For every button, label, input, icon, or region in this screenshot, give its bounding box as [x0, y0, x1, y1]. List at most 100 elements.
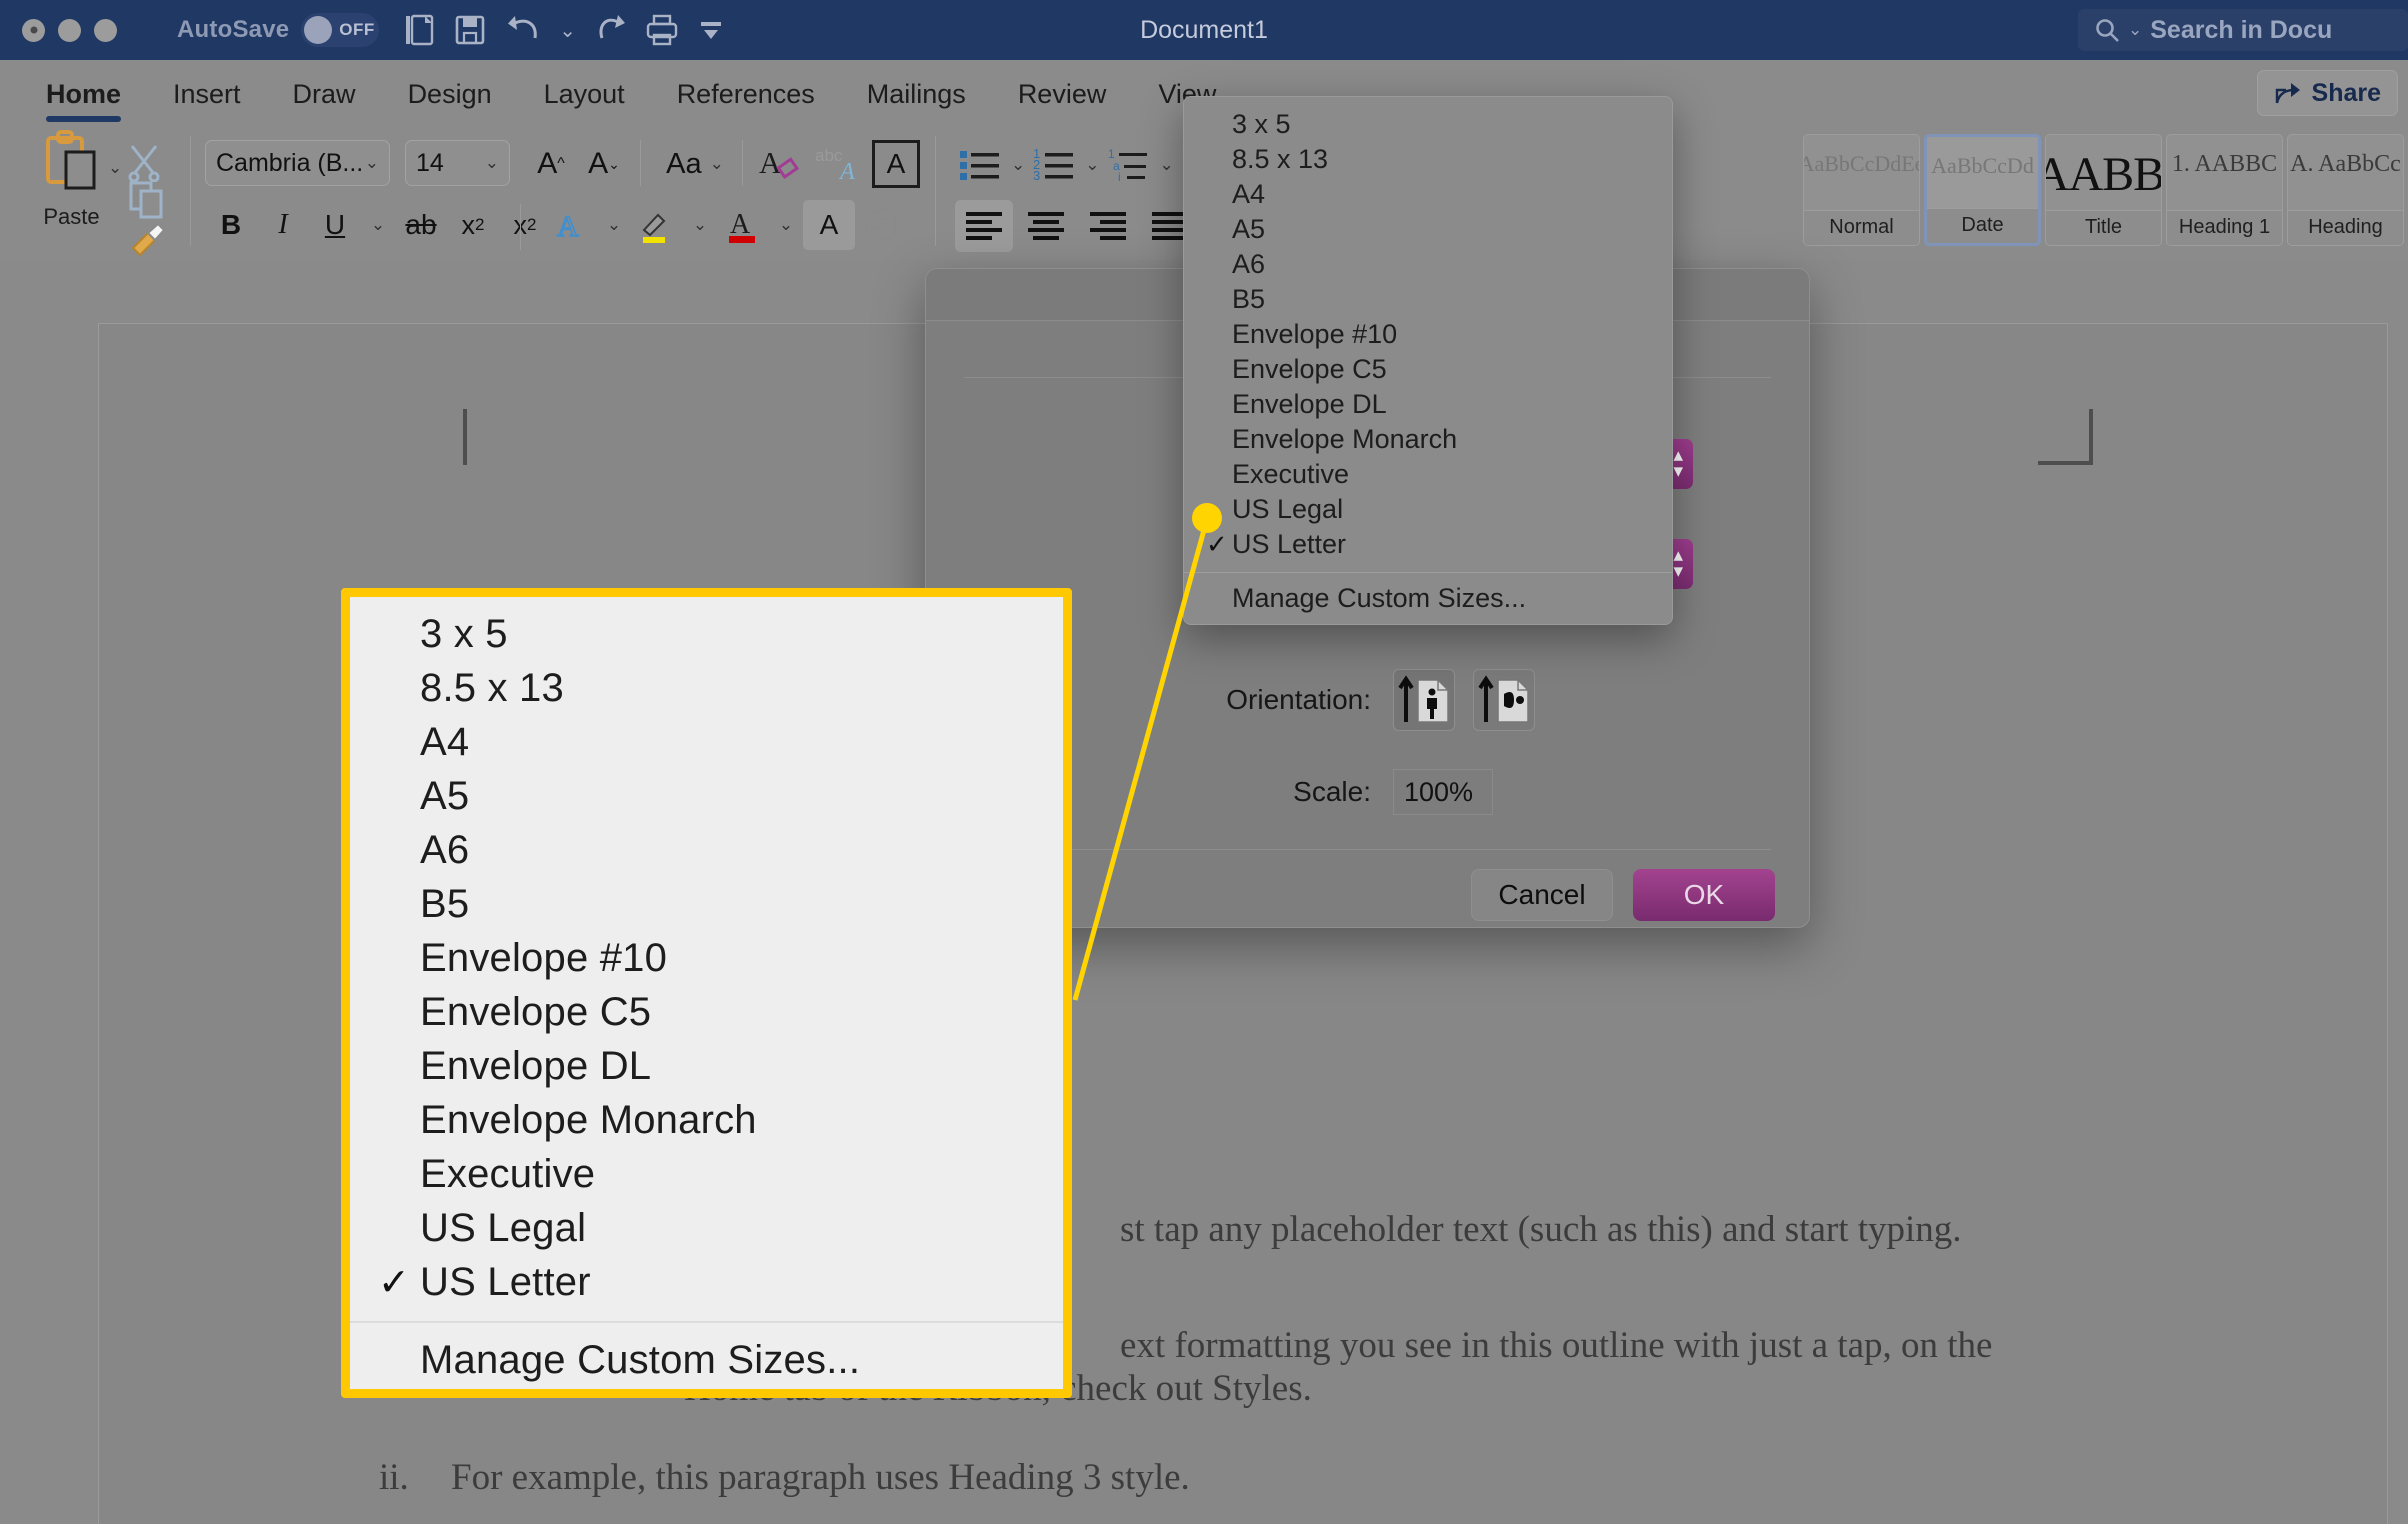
maximize-window-icon[interactable] [94, 18, 117, 42]
highlight-button[interactable] [631, 200, 683, 250]
shrink-font-button[interactable]: A ⌄ [580, 142, 628, 186]
font-name-combobox[interactable]: Cambria (B... ⌄ [205, 140, 390, 186]
new-document-icon[interactable] [405, 14, 435, 46]
text-shading-button[interactable]: A [803, 200, 855, 250]
phonetic-guide-button[interactable]: 字 [855, 200, 907, 250]
italic-button[interactable]: I [257, 200, 309, 250]
menu-item-envelope-dl[interactable]: Envelope DL [1184, 387, 1672, 422]
font-size-combobox[interactable]: 14 ⌄ [405, 140, 510, 186]
callout-item-manage-custom-sizes[interactable]: Manage Custom Sizes... [350, 1333, 1063, 1387]
callout-item-85x13[interactable]: 8.5 x 13 [350, 661, 1063, 715]
menu-item-3x5[interactable]: 3 x 5 [1184, 107, 1672, 142]
style-title[interactable]: AABB Title [2045, 134, 2162, 246]
callout-item-a6[interactable]: A6 [350, 823, 1063, 877]
style-normal[interactable]: AaBbCcDdEe Normal [1803, 134, 1920, 246]
ok-button[interactable]: OK [1633, 869, 1775, 921]
tab-references[interactable]: References [651, 79, 841, 122]
subscript-button[interactable]: x2 [447, 200, 499, 250]
strikethrough-button[interactable]: ab [395, 200, 447, 250]
change-case-button[interactable]: Aa ⌄ [655, 142, 735, 186]
menu-item-a4[interactable]: A4 [1184, 177, 1672, 212]
scale-input[interactable]: 100% [1393, 769, 1493, 815]
search-scope-chevron-icon[interactable]: ⌄ [2128, 20, 2142, 40]
callout-item-b5[interactable]: B5 [350, 877, 1063, 931]
menu-item-us-letter[interactable]: ✓ US Letter [1184, 527, 1672, 562]
clear-formatting-button[interactable]: A [755, 140, 803, 188]
style-heading-1[interactable]: 1. AABBC Heading 1 [2166, 134, 2283, 246]
callout-item-3x5[interactable]: 3 x 5 [350, 607, 1063, 661]
document-paragraph-2[interactable]: ext formatting you see in this outline w… [1120, 1324, 1992, 1367]
numbering-dropdown-icon[interactable]: ⌄ [1085, 155, 1099, 175]
close-window-icon[interactable] [22, 18, 45, 42]
style-heading-2[interactable]: A. AaBbCc Heading [2287, 134, 2404, 246]
cancel-button[interactable]: Cancel [1471, 869, 1613, 921]
document-paragraph-4[interactable]: For example, this paragraph uses Heading… [451, 1456, 1190, 1499]
bullets-dropdown-icon[interactable]: ⌄ [1011, 155, 1025, 175]
menu-item-envelope-monarch[interactable]: Envelope Monarch [1184, 422, 1672, 457]
align-center-button[interactable] [1017, 200, 1075, 252]
style-date[interactable]: AaBbCcDd Date [1924, 134, 2041, 246]
tab-design[interactable]: Design [382, 79, 518, 122]
save-icon[interactable] [455, 14, 485, 46]
callout-item-executive[interactable]: Executive [350, 1147, 1063, 1201]
autosave-toggle[interactable]: OFF [301, 13, 380, 47]
search-input[interactable]: ⌄ Search in Docu [2078, 9, 2408, 51]
align-left-button[interactable] [955, 200, 1013, 252]
bullets-button[interactable] [955, 140, 1007, 190]
menu-item-us-legal[interactable]: US Legal [1184, 492, 1672, 527]
orientation-portrait-button[interactable] [1393, 669, 1455, 731]
menu-item-envelope-10[interactable]: Envelope #10 [1184, 317, 1672, 352]
spelling-button[interactable]: abc A [812, 140, 864, 188]
callout-item-us-letter[interactable]: ✓ US Letter [350, 1255, 1063, 1309]
tab-home[interactable]: Home [20, 79, 147, 122]
align-right-button[interactable] [1079, 200, 1137, 252]
document-paragraph-1[interactable]: st tap any placeholder text (such as thi… [1120, 1208, 1962, 1251]
numbering-button[interactable]: 1 2 3 [1029, 140, 1081, 190]
superscript-button[interactable]: x2 [499, 200, 551, 250]
redo-icon[interactable] [596, 14, 626, 46]
callout-item-us-legal[interactable]: US Legal [350, 1201, 1063, 1255]
tab-layout[interactable]: Layout [518, 79, 651, 122]
menu-item-85x13[interactable]: 8.5 x 13 [1184, 142, 1672, 177]
grow-font-button[interactable]: A ^ [527, 142, 575, 186]
tab-insert[interactable]: Insert [147, 79, 267, 122]
text-box-button[interactable]: A [872, 140, 920, 188]
tab-review[interactable]: Review [992, 79, 1133, 122]
text-effects-dropdown-button[interactable]: ⌄ [597, 200, 631, 250]
font-color-button[interactable]: A [717, 200, 769, 250]
share-button[interactable]: Share [2256, 70, 2398, 116]
format-painter-icon[interactable] [128, 222, 168, 263]
menu-item-executive[interactable]: Executive [1184, 457, 1672, 492]
callout-item-envelope-dl[interactable]: Envelope DL [350, 1039, 1063, 1093]
callout-item-a5[interactable]: A5 [350, 769, 1063, 823]
callout-item-envelope-monarch[interactable]: Envelope Monarch [350, 1093, 1063, 1147]
menu-item-a5[interactable]: A5 [1184, 212, 1672, 247]
orientation-landscape-button[interactable] [1473, 669, 1535, 731]
multilevel-list-button[interactable]: 1 a i [1104, 140, 1156, 190]
menu-item-b5[interactable]: B5 [1184, 282, 1672, 317]
tab-mailings[interactable]: Mailings [841, 79, 992, 122]
menu-item-envelope-c5[interactable]: Envelope C5 [1184, 352, 1672, 387]
autosave-control[interactable]: AutoSave OFF [177, 13, 380, 47]
undo-icon[interactable] [505, 14, 539, 46]
print-icon[interactable] [646, 14, 678, 46]
callout-item-envelope-10[interactable]: Envelope #10 [350, 931, 1063, 985]
copy-icon[interactable] [128, 180, 168, 225]
minimize-window-icon[interactable] [58, 18, 81, 42]
menu-item-a6[interactable]: A6 [1184, 247, 1672, 282]
callout-item-envelope-c5[interactable]: Envelope C5 [350, 985, 1063, 1039]
callout-item-a4[interactable]: A4 [350, 715, 1063, 769]
customize-toolbar-icon[interactable] [698, 17, 724, 43]
underline-dropdown-button[interactable]: ⌄ [361, 200, 395, 250]
multilevel-list-dropdown-icon[interactable]: ⌄ [1160, 155, 1174, 175]
tab-draw[interactable]: Draw [267, 79, 382, 122]
font-color-dropdown-button[interactable]: ⌄ [769, 200, 803, 250]
highlight-dropdown-button[interactable]: ⌄ [683, 200, 717, 250]
paste-group[interactable]: Paste [14, 128, 129, 230]
menu-item-manage-custom-sizes[interactable]: Manage Custom Sizes... [1184, 581, 1672, 616]
text-effects-button[interactable]: A [545, 200, 597, 250]
paste-chevron-icon[interactable]: ⌄ [108, 158, 122, 178]
undo-dropdown-icon[interactable]: ⌄ [559, 18, 576, 43]
underline-button[interactable]: U [309, 200, 361, 250]
bold-button[interactable]: B [205, 200, 257, 250]
